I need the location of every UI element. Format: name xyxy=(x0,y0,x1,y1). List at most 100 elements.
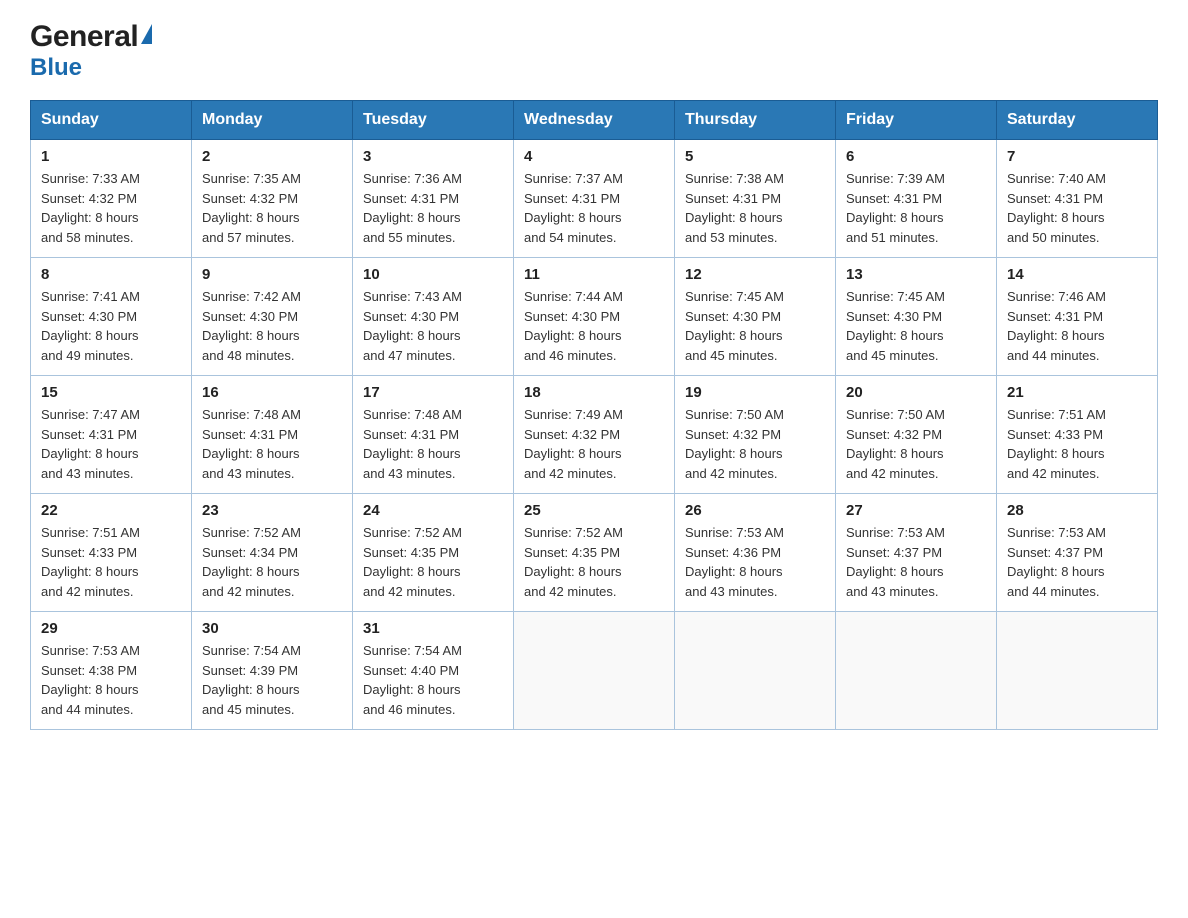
day-number: 31 xyxy=(363,620,503,637)
calendar-week-1: 1 Sunrise: 7:33 AMSunset: 4:32 PMDaylight… xyxy=(31,140,1158,258)
calendar-cell: 24 Sunrise: 7:52 AMSunset: 4:35 PMDayligh… xyxy=(353,494,514,612)
day-info: Sunrise: 7:51 AMSunset: 4:33 PMDaylight:… xyxy=(41,523,181,601)
day-info: Sunrise: 7:36 AMSunset: 4:31 PMDaylight:… xyxy=(363,169,503,247)
day-info: Sunrise: 7:44 AMSunset: 4:30 PMDaylight:… xyxy=(524,287,664,365)
day-info: Sunrise: 7:43 AMSunset: 4:30 PMDaylight:… xyxy=(363,287,503,365)
day-number: 9 xyxy=(202,266,342,283)
day-number: 21 xyxy=(1007,384,1147,401)
day-number: 12 xyxy=(685,266,825,283)
logo-general-text: General xyxy=(30,20,138,54)
calendar-week-5: 29Sunrise: 7:53 AMSunset: 4:38 PMDayligh… xyxy=(31,612,1158,730)
day-info: Sunrise: 7:39 AMSunset: 4:31 PMDaylight:… xyxy=(846,169,986,247)
page-header: General Blue xyxy=(30,20,1158,82)
day-info: Sunrise: 7:35 AMSunset: 4:32 PMDaylight:… xyxy=(202,169,342,247)
day-info: Sunrise: 7:54 AMSunset: 4:40 PMDaylight:… xyxy=(363,641,503,719)
day-info: Sunrise: 7:42 AMSunset: 4:30 PMDaylight:… xyxy=(202,287,342,365)
day-info: Sunrise: 7:41 AMSunset: 4:30 PMDaylight:… xyxy=(41,287,181,365)
day-number: 27 xyxy=(846,502,986,519)
day-number: 23 xyxy=(202,502,342,519)
calendar-cell: 3 Sunrise: 7:36 AMSunset: 4:31 PMDaylight… xyxy=(353,140,514,258)
day-info: Sunrise: 7:52 AMSunset: 4:35 PMDaylight:… xyxy=(524,523,664,601)
calendar-cell: 21 Sunrise: 7:51 AMSunset: 4:33 PMDayligh… xyxy=(997,376,1158,494)
day-number: 28 xyxy=(1007,502,1147,519)
calendar-cell: 10 Sunrise: 7:43 AMSunset: 4:30 PMDayligh… xyxy=(353,258,514,376)
calendar-table: SundayMondayTuesdayWednesdayThursdayFrid… xyxy=(30,100,1158,730)
day-info: Sunrise: 7:54 AMSunset: 4:39 PMDaylight:… xyxy=(202,641,342,719)
calendar-cell: 18 Sunrise: 7:49 AMSunset: 4:32 PMDayligh… xyxy=(514,376,675,494)
calendar-cell xyxy=(997,612,1158,730)
day-number: 13 xyxy=(846,266,986,283)
day-info: Sunrise: 7:51 AMSunset: 4:33 PMDaylight:… xyxy=(1007,405,1147,483)
day-info: Sunrise: 7:45 AMSunset: 4:30 PMDaylight:… xyxy=(685,287,825,365)
day-info: Sunrise: 7:49 AMSunset: 4:32 PMDaylight:… xyxy=(524,405,664,483)
calendar-cell: 12 Sunrise: 7:45 AMSunset: 4:30 PMDayligh… xyxy=(675,258,836,376)
day-number: 25 xyxy=(524,502,664,519)
day-number: 6 xyxy=(846,148,986,165)
calendar-cell: 11 Sunrise: 7:44 AMSunset: 4:30 PMDayligh… xyxy=(514,258,675,376)
days-of-week-row: SundayMondayTuesdayWednesdayThursdayFrid… xyxy=(31,101,1158,140)
calendar-cell xyxy=(675,612,836,730)
day-number: 17 xyxy=(363,384,503,401)
day-info: Sunrise: 7:50 AMSunset: 4:32 PMDaylight:… xyxy=(846,405,986,483)
day-header-tuesday: Tuesday xyxy=(353,101,514,140)
day-header-wednesday: Wednesday xyxy=(514,101,675,140)
calendar-cell: 25 Sunrise: 7:52 AMSunset: 4:35 PMDayligh… xyxy=(514,494,675,612)
logo: General Blue xyxy=(30,20,152,82)
day-number: 30 xyxy=(202,620,342,637)
calendar-cell: 13Sunrise: 7:45 AMSunset: 4:30 PMDayligh… xyxy=(836,258,997,376)
day-number: 10 xyxy=(363,266,503,283)
calendar-cell: 2Sunrise: 7:35 AMSunset: 4:32 PMDaylight… xyxy=(192,140,353,258)
calendar-cell: 30 Sunrise: 7:54 AMSunset: 4:39 PMDayligh… xyxy=(192,612,353,730)
calendar-cell: 19Sunrise: 7:50 AMSunset: 4:32 PMDayligh… xyxy=(675,376,836,494)
day-number: 22 xyxy=(41,502,181,519)
day-info: Sunrise: 7:53 AMSunset: 4:36 PMDaylight:… xyxy=(685,523,825,601)
calendar-cell: 22 Sunrise: 7:51 AMSunset: 4:33 PMDayligh… xyxy=(31,494,192,612)
day-number: 8 xyxy=(41,266,181,283)
calendar-week-2: 8 Sunrise: 7:41 AMSunset: 4:30 PMDaylight… xyxy=(31,258,1158,376)
day-number: 16 xyxy=(202,384,342,401)
calendar-cell: 15 Sunrise: 7:47 AMSunset: 4:31 PMDayligh… xyxy=(31,376,192,494)
day-info: Sunrise: 7:33 AMSunset: 4:32 PMDaylight:… xyxy=(41,169,181,247)
day-info: Sunrise: 7:47 AMSunset: 4:31 PMDaylight:… xyxy=(41,405,181,483)
calendar-cell: 29Sunrise: 7:53 AMSunset: 4:38 PMDayligh… xyxy=(31,612,192,730)
day-number: 5 xyxy=(685,148,825,165)
day-info: Sunrise: 7:52 AMSunset: 4:35 PMDaylight:… xyxy=(363,523,503,601)
day-number: 4 xyxy=(524,148,664,165)
day-number: 24 xyxy=(363,502,503,519)
logo-triangle-icon xyxy=(141,24,152,44)
calendar-cell: 20 Sunrise: 7:50 AMSunset: 4:32 PMDayligh… xyxy=(836,376,997,494)
day-info: Sunrise: 7:38 AMSunset: 4:31 PMDaylight:… xyxy=(685,169,825,247)
calendar-cell xyxy=(514,612,675,730)
day-info: Sunrise: 7:48 AMSunset: 4:31 PMDaylight:… xyxy=(202,405,342,483)
calendar-cell: 14Sunrise: 7:46 AMSunset: 4:31 PMDayligh… xyxy=(997,258,1158,376)
day-header-thursday: Thursday xyxy=(675,101,836,140)
day-number: 20 xyxy=(846,384,986,401)
calendar-cell: 9 Sunrise: 7:42 AMSunset: 4:30 PMDaylight… xyxy=(192,258,353,376)
day-header-monday: Monday xyxy=(192,101,353,140)
day-header-sunday: Sunday xyxy=(31,101,192,140)
calendar-cell: 5 Sunrise: 7:38 AMSunset: 4:31 PMDaylight… xyxy=(675,140,836,258)
calendar-body: 1 Sunrise: 7:33 AMSunset: 4:32 PMDaylight… xyxy=(31,140,1158,730)
calendar-cell: 26 Sunrise: 7:53 AMSunset: 4:36 PMDayligh… xyxy=(675,494,836,612)
calendar-cell: 31 Sunrise: 7:54 AMSunset: 4:40 PMDayligh… xyxy=(353,612,514,730)
calendar-cell: 17Sunrise: 7:48 AMSunset: 4:31 PMDayligh… xyxy=(353,376,514,494)
logo-blue-text: Blue xyxy=(30,54,82,81)
day-number: 26 xyxy=(685,502,825,519)
calendar-cell: 4Sunrise: 7:37 AMSunset: 4:31 PMDaylight… xyxy=(514,140,675,258)
calendar-cell: 8 Sunrise: 7:41 AMSunset: 4:30 PMDaylight… xyxy=(31,258,192,376)
calendar-cell: 6 Sunrise: 7:39 AMSunset: 4:31 PMDaylight… xyxy=(836,140,997,258)
day-number: 19 xyxy=(685,384,825,401)
day-number: 18 xyxy=(524,384,664,401)
day-number: 15 xyxy=(41,384,181,401)
day-header-friday: Friday xyxy=(836,101,997,140)
day-number: 11 xyxy=(524,266,664,283)
day-info: Sunrise: 7:46 AMSunset: 4:31 PMDaylight:… xyxy=(1007,287,1147,365)
day-info: Sunrise: 7:52 AMSunset: 4:34 PMDaylight:… xyxy=(202,523,342,601)
day-number: 1 xyxy=(41,148,181,165)
day-number: 3 xyxy=(363,148,503,165)
day-number: 7 xyxy=(1007,148,1147,165)
calendar-header: SundayMondayTuesdayWednesdayThursdayFrid… xyxy=(31,101,1158,140)
calendar-cell: 7Sunrise: 7:40 AMSunset: 4:31 PMDaylight… xyxy=(997,140,1158,258)
calendar-cell: 23 Sunrise: 7:52 AMSunset: 4:34 PMDayligh… xyxy=(192,494,353,612)
calendar-week-3: 15 Sunrise: 7:47 AMSunset: 4:31 PMDayligh… xyxy=(31,376,1158,494)
